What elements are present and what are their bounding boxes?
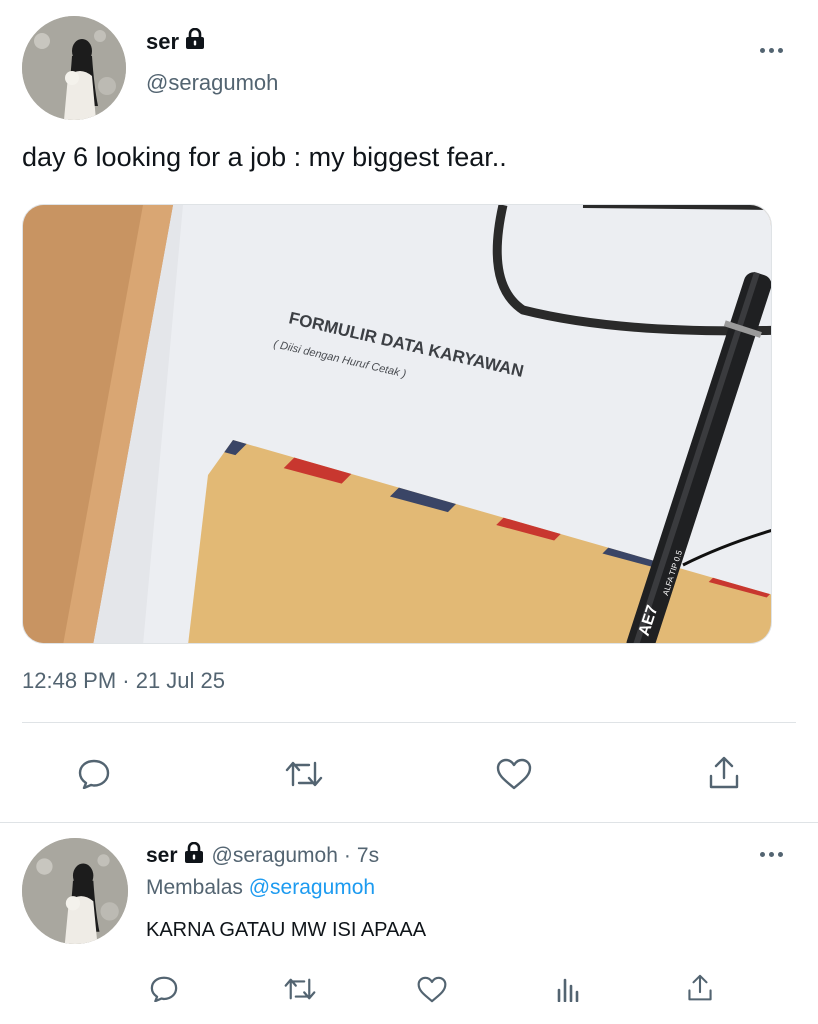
reply-meta-row: ser @seragumoh · 7s: [146, 841, 379, 870]
share-icon[interactable]: [700, 750, 748, 796]
more-icon[interactable]: [760, 852, 783, 857]
like-icon[interactable]: [412, 972, 452, 1006]
author-name[interactable]: ser: [146, 29, 179, 55]
tweet-timestamp[interactable]: 12:48 PM · 21 Jul 25: [22, 668, 225, 694]
divider: [22, 722, 796, 723]
analytics-icon[interactable]: [548, 972, 588, 1006]
retweet-icon[interactable]: [280, 752, 328, 796]
lock-icon: [184, 841, 204, 870]
reply-time[interactable]: 7s: [357, 844, 379, 868]
tweet-text: day 6 looking for a job : my biggest fea…: [22, 142, 507, 172]
divider: [0, 822, 818, 823]
replying-to-label: Membalas: [146, 876, 243, 899]
reply-separator: ·: [343, 844, 351, 867]
share-icon[interactable]: [680, 970, 720, 1006]
reply-author-avatar[interactable]: [22, 838, 128, 944]
more-icon[interactable]: [760, 48, 783, 53]
tweet-media[interactable]: FORMULIR DATA KARYAWAN ( Diisi dengan Hu…: [22, 204, 772, 644]
author-avatar[interactable]: [22, 16, 126, 120]
retweet-icon[interactable]: [278, 972, 322, 1006]
replying-to-line: Membalas @seragumoh: [146, 876, 375, 900]
reply-icon[interactable]: [70, 752, 118, 796]
author-handle[interactable]: @seragumoh: [146, 70, 278, 96]
like-icon[interactable]: [490, 752, 538, 796]
replying-to-mention[interactable]: @seragumoh: [249, 876, 375, 899]
reply-author-handle[interactable]: @seragumoh: [212, 844, 338, 868]
lock-icon: [185, 27, 205, 56]
reply-author-name[interactable]: ser: [146, 844, 178, 868]
reply-icon[interactable]: [144, 972, 184, 1006]
author-name-row: ser: [146, 27, 205, 56]
reply-text: KARNA GATAU MW ISI APAAA: [146, 919, 427, 941]
